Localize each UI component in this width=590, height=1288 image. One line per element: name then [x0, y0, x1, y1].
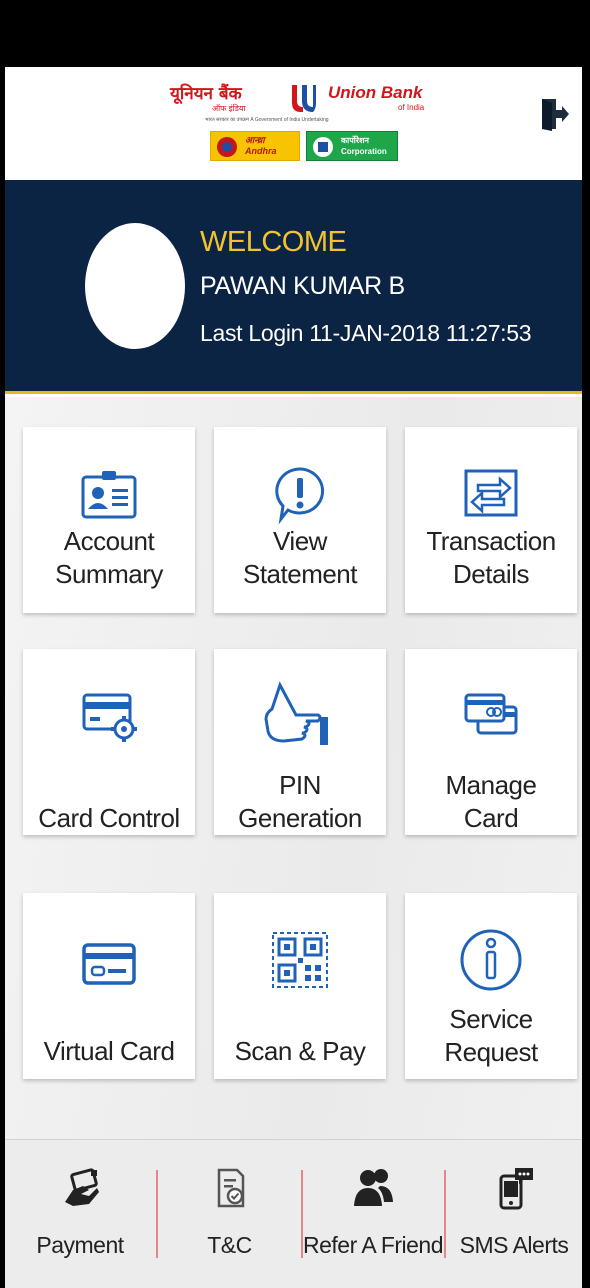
welcome-banner: WELCOME PAWAN KUMAR B Last Login 11-JAN-…: [5, 180, 582, 394]
nav-label: Payment: [36, 1232, 124, 1258]
logo-english-name: Union Bank: [328, 83, 423, 102]
logo-hindi-name: यूनियन बैंक: [170, 84, 242, 104]
tile-scan-and-pay[interactable]: Scan & Pay: [214, 893, 386, 1079]
tile-account-summary[interactable]: Account Summary: [23, 427, 195, 613]
tile-pin-generation[interactable]: PIN Generation: [214, 649, 386, 835]
tile-label-line2: Generation: [238, 803, 362, 833]
welcome-title: WELCOME: [200, 226, 347, 258]
corporation-english: Corporation: [341, 147, 387, 156]
tile-label-line2: Statement: [242, 559, 358, 589]
menu-grid: Account Summary View Statement Transacti…: [5, 397, 582, 1139]
tile-label-line2: Virtual Card: [43, 1036, 175, 1066]
tile-label-line2: Card Control: [38, 803, 180, 833]
exclamation-bubble-icon: [275, 467, 325, 525]
document-check-icon: [217, 1168, 244, 1208]
tile-label-line2: Summary: [55, 559, 163, 589]
info-circle-icon: [460, 929, 522, 991]
tile-view-statement[interactable]: View Statement: [214, 427, 386, 613]
sms-phone-icon: [499, 1168, 533, 1210]
corporation-emblem-icon: [313, 137, 333, 157]
payment-hand-icon: [65, 1168, 99, 1206]
bottom-nav-bar: Payment T&C Refer A Friend SMS Alerts: [5, 1139, 582, 1288]
nav-sms-alerts[interactable]: SMS Alerts: [446, 1140, 582, 1288]
andhra-english: Andhra: [245, 146, 277, 156]
nav-label: T&C: [207, 1232, 252, 1258]
last-login: Last Login 11-JAN-2018 11:27:53: [200, 320, 532, 346]
tile-transaction-details[interactable]: Transaction Details: [405, 427, 577, 613]
union-bank-mark-icon: [292, 85, 316, 112]
app-header: यूनियन बैंक ऑफ इंडिया Union Bank of Indi…: [5, 67, 582, 180]
tile-label-line1: View: [273, 526, 327, 556]
nav-refer-a-friend[interactable]: Refer A Friend: [303, 1140, 444, 1288]
nav-label: Refer A Friend: [303, 1232, 444, 1258]
qr-code-icon: [272, 932, 328, 988]
logo-tagline: भारत सरकार का उपक्रम A Government of Ind…: [205, 117, 329, 123]
tile-label-line2: Details: [453, 559, 529, 589]
corporation-hindi: कार्पोरेशन: [341, 136, 369, 145]
corporation-bank-badge: कार्पोरेशन Corporation: [306, 131, 398, 161]
bank-logo: यूनियन बैंक ऑफ इंडिया Union Bank of Indi…: [170, 81, 440, 173]
nav-label: SMS Alerts: [459, 1232, 569, 1258]
logo-hindi-sub: ऑफ इंडिया: [212, 104, 246, 113]
tile-virtual-card[interactable]: Virtual Card: [23, 893, 195, 1079]
avatar[interactable]: [85, 223, 185, 349]
tile-manage-card[interactable]: Manage Card: [405, 649, 577, 835]
virtual-card-icon: [82, 943, 136, 985]
frame-edge-right: [582, 0, 590, 1288]
nav-terms[interactable]: T&C: [158, 1140, 301, 1288]
logo-english-sub: of India: [398, 103, 425, 112]
transfer-arrows-icon: [464, 469, 518, 517]
tile-service-request[interactable]: Service Request: [405, 893, 577, 1079]
tile-label-line1: Transaction: [426, 526, 556, 556]
andhra-hindi: आन्ध्रा: [245, 135, 265, 145]
logout-icon[interactable]: [540, 97, 570, 131]
tile-label-line1: Account: [63, 526, 155, 556]
tile-label-line2: Request: [444, 1037, 538, 1067]
user-name: PAWAN KUMAR B: [200, 272, 405, 300]
andhra-bank-badge: आन्ध्रा Andhra: [210, 131, 300, 161]
stacked-cards-icon: [464, 693, 518, 735]
andhra-emblem-icon: [217, 137, 237, 157]
status-bar: [0, 0, 590, 67]
tile-label-line1: Manage: [445, 770, 537, 800]
nav-payment[interactable]: Payment: [5, 1140, 155, 1288]
tile-label-line1: PIN: [279, 770, 321, 800]
thumbs-up-icon: [264, 681, 328, 745]
tile-card-control[interactable]: Card Control: [23, 649, 195, 835]
people-icon: [354, 1169, 393, 1206]
tile-label-line2: Card: [463, 803, 519, 833]
tile-label-line1: Service: [449, 1004, 533, 1034]
card-gear-icon: [82, 693, 137, 742]
account-card-icon: [81, 471, 137, 519]
tile-label-line2: Scan & Pay: [234, 1036, 366, 1066]
